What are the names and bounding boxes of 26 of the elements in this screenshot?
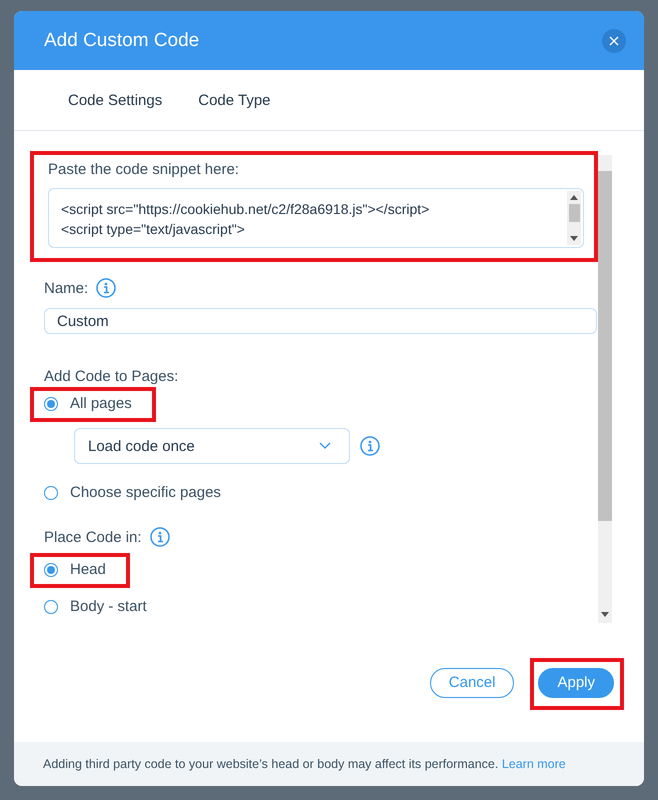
code-field[interactable]: <script src="https://cookiehub.net/c2/f28a6918.js"></script> <script type="text/javascript">	[48, 188, 584, 248]
load-dropdown[interactable]: Load code once	[74, 428, 350, 464]
radio-option[interactable]: Choose specific pages	[44, 484, 221, 501]
field-label: Name:	[44, 280, 88, 296]
scrollbar[interactable]	[598, 155, 612, 623]
dialog-title: Add Custom Code	[44, 30, 200, 52]
scroll-down-icon[interactable]	[601, 612, 609, 617]
radio-option[interactable]: All pages	[44, 395, 132, 412]
section-label: Add Code to Pages:	[44, 368, 178, 385]
scroll-down-icon[interactable]	[570, 236, 578, 241]
chevron-icon	[319, 442, 331, 450]
radio-option[interactable]: Head	[44, 561, 106, 578]
name-field[interactable]: Custom	[44, 308, 597, 334]
close-icon	[609, 36, 619, 46]
close-button[interactable]	[602, 28, 626, 52]
section-label: Place Code in:	[44, 528, 142, 546]
field-label: Paste the code snippet here:	[48, 161, 240, 178]
scroll-up-icon[interactable]	[570, 195, 578, 200]
info-icon[interactable]	[150, 527, 170, 547]
scrollbar[interactable]	[567, 191, 581, 245]
info-icon[interactable]	[360, 436, 380, 456]
tab[interactable]: Code Settings	[68, 92, 162, 108]
notice-text: Adding third party code to your website’s head or body may affect its performance. Learn more	[43, 757, 566, 771]
tab[interactable]: Code Type	[198, 92, 271, 108]
info-icon[interactable]	[96, 278, 116, 298]
radio-option[interactable]: Body - start	[44, 598, 147, 615]
